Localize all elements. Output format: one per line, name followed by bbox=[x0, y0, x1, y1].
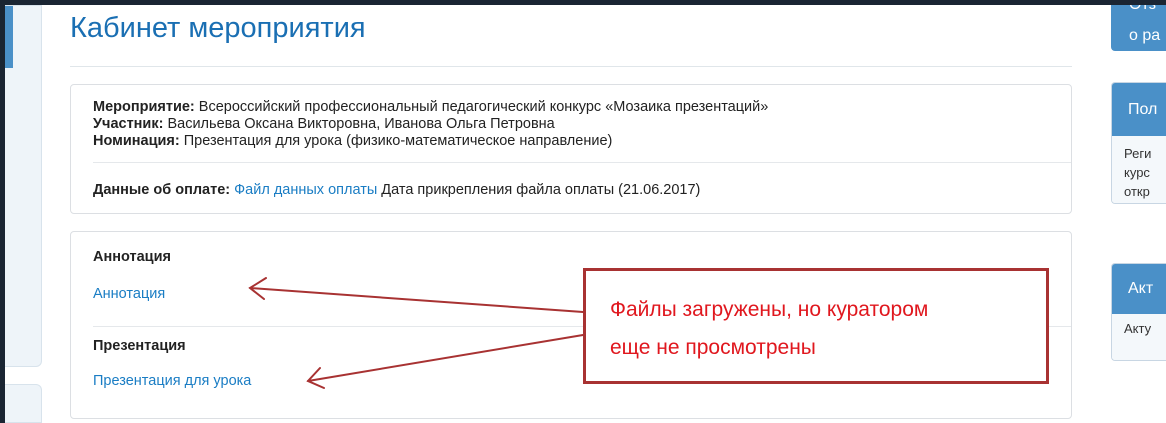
left-sidebar-panel bbox=[5, 5, 42, 367]
right-sidebar-box-1: Пол Реги курс откр bbox=[1111, 82, 1166, 204]
payment-file-link[interactable]: Файл данных оплаты bbox=[234, 182, 377, 198]
nomination-row: Номинация: Презентация для урока (физико… bbox=[93, 132, 612, 150]
event-row: Мероприятие: Всероссийский профессиональ… bbox=[93, 98, 768, 116]
callout-text: Файлы загружены, но куратором еще не про… bbox=[586, 271, 1046, 367]
rs-box2-line: Акту bbox=[1124, 321, 1152, 336]
rs-top-line-2: о ра bbox=[1129, 27, 1161, 44]
annotation-heading: Аннотация bbox=[93, 249, 171, 265]
nomination-label: Номинация: bbox=[93, 133, 180, 149]
participant-label: Участник: bbox=[93, 116, 164, 132]
left-sidebar-accent bbox=[5, 6, 13, 68]
right-sidebar-feedback-button[interactable]: Отз о ра bbox=[1111, 5, 1166, 51]
event-value: Всероссийский профессиональный педагогич… bbox=[198, 99, 769, 115]
callout-line-1: Файлы загружены, но куратором bbox=[610, 298, 929, 321]
rs-box1-line-2: курс bbox=[1124, 165, 1150, 180]
participant-value: Васильева Оксана Викторовна, Иванова Оль… bbox=[167, 116, 555, 132]
presentation-file-link[interactable]: Презентация для урока bbox=[93, 372, 251, 390]
callout-line-2: еще не просмотрены bbox=[610, 336, 816, 359]
info-divider bbox=[93, 162, 1071, 163]
payment-label: Данные об оплате: bbox=[93, 182, 231, 198]
annotation-file-link[interactable]: Аннотация bbox=[93, 285, 165, 303]
right-sidebar-box-2: Акт Акту bbox=[1111, 263, 1166, 361]
title-divider bbox=[70, 66, 1072, 67]
rs-box1-header: Пол bbox=[1112, 83, 1166, 136]
event-info-card: Мероприятие: Всероссийский профессиональ… bbox=[70, 84, 1072, 214]
payment-date-text: Дата прикрепления файла оплаты (21.06.20… bbox=[381, 182, 701, 198]
rs-box1-line-1: Реги bbox=[1124, 146, 1152, 161]
rs-box2-header: Акт bbox=[1112, 264, 1166, 314]
participant-row: Участник: Васильева Оксана Викторовна, И… bbox=[93, 115, 555, 133]
annotation-callout: Файлы загружены, но куратором еще не про… bbox=[583, 268, 1049, 384]
window-top-border bbox=[0, 0, 1166, 5]
rs-box1-body: Реги курс откр bbox=[1112, 136, 1166, 203]
page-title: Кабинет мероприятия bbox=[70, 12, 366, 44]
rs-top-line-1: Отз bbox=[1129, 5, 1166, 17]
nomination-value: Презентация для урока (физико-математиче… bbox=[183, 133, 613, 149]
presentation-heading: Презентация bbox=[93, 338, 186, 354]
payment-row: Данные об оплате: Файл данных оплаты Дат… bbox=[93, 181, 700, 199]
left-sidebar-panel-lower bbox=[5, 384, 42, 423]
event-label: Мероприятие: bbox=[93, 99, 195, 115]
rs-box2-body: Акту bbox=[1112, 314, 1166, 360]
rs-box1-line-3: откр bbox=[1124, 184, 1150, 199]
